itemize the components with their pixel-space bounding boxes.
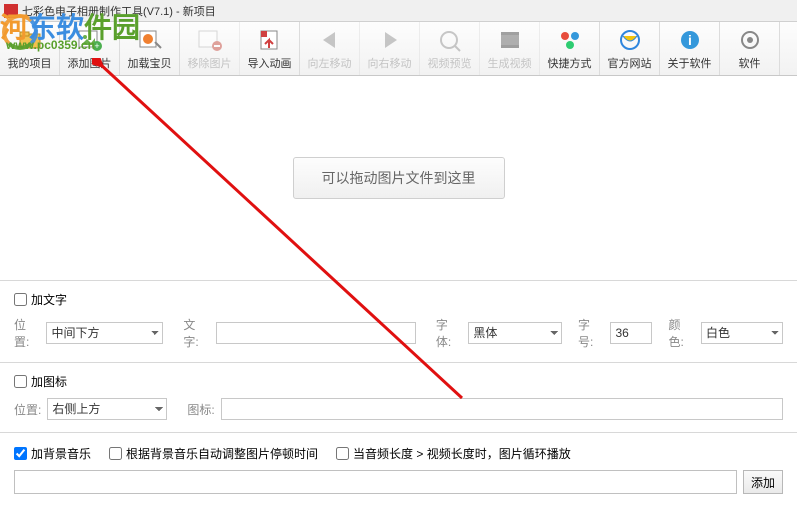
about-icon: i bbox=[676, 27, 704, 53]
text-pos-select[interactable]: 中间下方 bbox=[46, 322, 163, 344]
toolbar-label: 添加图片 bbox=[68, 55, 112, 71]
import-anim-icon bbox=[256, 27, 284, 53]
font-select[interactable]: 黑体 bbox=[468, 322, 562, 344]
size-input[interactable] bbox=[610, 322, 652, 344]
add-text-check[interactable] bbox=[14, 293, 27, 306]
text-section: 加文字 位置: 中间下方 文字: 字体: 黑体 字号: 颜色: 白色 bbox=[0, 280, 797, 362]
auto-adjust-label: 根据背景音乐自动调整图片停顿时间 bbox=[126, 445, 318, 462]
bg-music-check[interactable] bbox=[14, 447, 27, 460]
add-icon-check[interactable] bbox=[14, 375, 27, 388]
icon-section: 加图标 位置: 右侧上方 图标: bbox=[0, 362, 797, 432]
add-image-icon: + bbox=[76, 27, 104, 53]
add-text-label: 加文字 bbox=[31, 291, 67, 308]
auto-adjust-check[interactable] bbox=[109, 447, 122, 460]
loop-check[interactable] bbox=[336, 447, 349, 460]
toolbar-add-image-button[interactable]: + 添加图片 bbox=[60, 22, 120, 75]
icon-pos-label: 位置: bbox=[14, 401, 41, 418]
add-music-button[interactable]: 添加 bbox=[743, 470, 783, 494]
toolbar-import-anim-button[interactable]: 导入动画 bbox=[240, 22, 300, 75]
color-select[interactable]: 白色 bbox=[701, 322, 783, 344]
gen-video-icon bbox=[496, 27, 524, 53]
toolbar-shortcut-button[interactable]: 快捷方式 bbox=[540, 22, 600, 75]
toolbar-move-left-button: 向左移动 bbox=[300, 22, 360, 75]
text-content-label: 文字: bbox=[183, 316, 209, 350]
font-label: 字体: bbox=[436, 316, 462, 350]
toolbar-label: 视频预览 bbox=[428, 55, 472, 71]
music-path-input[interactable] bbox=[14, 470, 737, 494]
toolbar-software-button[interactable]: 软件 bbox=[720, 22, 780, 75]
load-baby-icon bbox=[136, 27, 164, 53]
toolbar-video-preview-button: 视频预览 bbox=[420, 22, 480, 75]
loop-label: 当音频长度 > 视频长度时，图片循环播放 bbox=[353, 445, 571, 462]
remove-image-icon bbox=[196, 27, 224, 53]
toolbar-label: 向左移动 bbox=[308, 55, 352, 71]
toolbar-move-right-button: 向右移动 bbox=[360, 22, 420, 75]
toolbar-label: 快捷方式 bbox=[548, 55, 592, 71]
my-project-icon bbox=[16, 27, 44, 53]
move-left-icon bbox=[316, 27, 344, 53]
text-content-input[interactable] bbox=[216, 322, 416, 344]
add-text-checkbox[interactable]: 加文字 bbox=[14, 291, 783, 308]
website-icon bbox=[616, 27, 644, 53]
titlebar: 七彩色电子相册制作工具(V7.1) - 新项目 bbox=[0, 0, 797, 22]
toolbar-label: 向右移动 bbox=[368, 55, 412, 71]
toolbar-gen-video-button: 生成视频 bbox=[480, 22, 540, 75]
icon-path-label: 图标: bbox=[187, 401, 214, 418]
bg-music-checkbox[interactable]: 加背景音乐 bbox=[14, 445, 91, 462]
toolbar-load-baby-button[interactable]: 加载宝贝 bbox=[120, 22, 180, 75]
toolbar-label: 移除图片 bbox=[188, 55, 232, 71]
app-icon bbox=[4, 4, 18, 18]
toolbar-label: 加载宝贝 bbox=[128, 55, 172, 71]
toolbar-my-project-button[interactable]: 我的项目 bbox=[0, 22, 60, 75]
toolbar-label: 官方网站 bbox=[608, 55, 652, 71]
svg-text:+: + bbox=[94, 41, 99, 51]
dropzone-hint: 可以拖动图片文件到这里 bbox=[293, 157, 505, 199]
loop-checkbox[interactable]: 当音频长度 > 视频长度时，图片循环播放 bbox=[336, 445, 571, 462]
toolbar-label: 生成视频 bbox=[488, 55, 532, 71]
svg-text:i: i bbox=[688, 32, 692, 48]
add-icon-label: 加图标 bbox=[31, 373, 67, 390]
auto-adjust-checkbox[interactable]: 根据背景音乐自动调整图片停顿时间 bbox=[109, 445, 318, 462]
icon-path-input[interactable] bbox=[221, 398, 783, 420]
software-icon bbox=[736, 27, 764, 53]
bg-music-label: 加背景音乐 bbox=[31, 445, 91, 462]
shortcut-icon bbox=[556, 27, 584, 53]
toolbar-label: 关于软件 bbox=[668, 55, 712, 71]
window-title: 七彩色电子相册制作工具(V7.1) - 新项目 bbox=[22, 3, 216, 19]
toolbar: 我的项目 + 添加图片加载宝贝移除图片导入动画向左移动向右移动视频预览生成视频快捷方… bbox=[0, 22, 797, 76]
toolbar-label: 我的项目 bbox=[8, 55, 52, 71]
video-preview-icon bbox=[436, 27, 464, 53]
toolbar-about-button[interactable]: i 关于软件 bbox=[660, 22, 720, 75]
toolbar-label: 软件 bbox=[739, 55, 761, 71]
icon-pos-select[interactable]: 右侧上方 bbox=[47, 398, 167, 420]
add-icon-checkbox[interactable]: 加图标 bbox=[14, 373, 783, 390]
move-right-icon bbox=[376, 27, 404, 53]
toolbar-label: 导入动画 bbox=[248, 55, 292, 71]
image-dropzone[interactable]: 可以拖动图片文件到这里 bbox=[0, 76, 797, 280]
color-label: 颜色: bbox=[668, 316, 694, 350]
toolbar-remove-image-button: 移除图片 bbox=[180, 22, 240, 75]
size-label: 字号: bbox=[578, 316, 604, 350]
music-section: 加背景音乐 根据背景音乐自动调整图片停顿时间 当音频长度 > 视频长度时，图片循… bbox=[0, 432, 797, 504]
text-pos-label: 位置: bbox=[14, 316, 40, 350]
toolbar-website-button[interactable]: 官方网站 bbox=[600, 22, 660, 75]
